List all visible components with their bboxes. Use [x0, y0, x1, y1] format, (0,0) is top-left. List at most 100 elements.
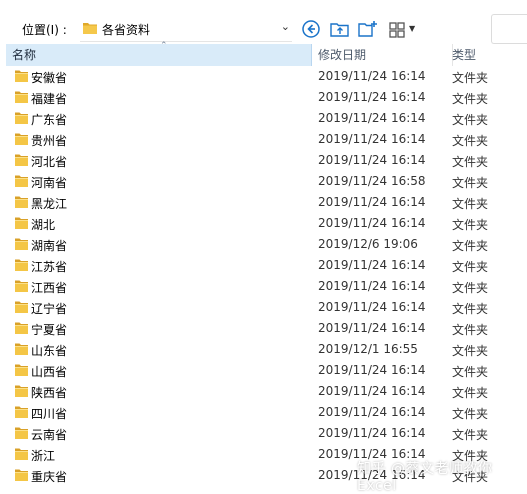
list-item[interactable]: 山东省 2019/12/1 16:55 文件夹 [0, 339, 527, 360]
list-item[interactable]: 河北省 2019/11/24 16:14 文件夹 [0, 150, 527, 171]
column-header-name[interactable]: ⌃ 名称 [6, 41, 312, 66]
list-item[interactable]: 贵州省 2019/11/24 16:14 文件夹 [0, 129, 527, 150]
list-item[interactable]: 江西省 2019/11/24 16:14 文件夹 [0, 276, 527, 297]
item-type: 文件夹 [452, 71, 489, 85]
list-item[interactable]: 陕西省 2019/11/24 16:14 文件夹 [0, 381, 527, 402]
new-folder-button[interactable] [357, 18, 381, 42]
item-type: 文件夹 [452, 302, 489, 316]
item-name: 河北省 [31, 155, 68, 169]
folder-icon [15, 196, 28, 208]
item-name: 重庆省 [31, 470, 68, 484]
folder-icon [15, 259, 28, 271]
sort-ascending-icon: ⌃ [160, 41, 168, 51]
item-type: 文件夹 [452, 176, 489, 190]
column-header-date[interactable]: 修改日期 [312, 44, 453, 66]
list-item[interactable]: 河南省 2019/11/24 16:58 文件夹 [0, 171, 527, 192]
list-item[interactable]: 广东省 2019/11/24 16:14 文件夹 [0, 108, 527, 129]
folder-icon [15, 385, 28, 397]
list-item[interactable]: 湖北 2019/11/24 16:14 文件夹 [0, 213, 527, 234]
folder-icon [15, 70, 28, 82]
item-modified-date: 2019/11/24 16:14 [318, 111, 426, 125]
back-arrow-icon [302, 20, 320, 38]
item-type: 文件夹 [452, 113, 489, 127]
folder-icon [15, 301, 28, 313]
item-name: 陕西省 [31, 386, 68, 400]
item-type: 文件夹 [452, 239, 489, 253]
list-item[interactable]: 山西省 2019/11/24 16:14 文件夹 [0, 360, 527, 381]
column-header-type[interactable]: 类型 [446, 44, 527, 66]
item-name: 山西省 [31, 365, 68, 379]
item-modified-date: 2019/11/24 16:14 [318, 384, 426, 398]
item-modified-date: 2019/11/24 16:14 [318, 195, 426, 209]
search-input[interactable] [491, 14, 527, 44]
item-name: 江西省 [31, 281, 68, 295]
item-modified-date: 2019/11/24 16:14 [318, 216, 426, 230]
folder-icon [83, 23, 97, 34]
item-name: 广东省 [31, 113, 68, 127]
folder-icon [15, 343, 28, 355]
item-name: 山东省 [31, 344, 68, 358]
up-folder-icon [330, 23, 349, 37]
item-modified-date: 2019/11/24 16:14 [318, 426, 426, 440]
list-item[interactable]: 宁夏省 2019/11/24 16:14 文件夹 [0, 318, 527, 339]
list-item[interactable]: 四川省 2019/11/24 16:14 文件夹 [0, 402, 527, 423]
item-type: 文件夹 [452, 197, 489, 211]
item-name: 江苏省 [31, 260, 68, 274]
item-type: 文件夹 [452, 92, 489, 106]
item-type: 文件夹 [452, 428, 489, 442]
item-modified-date: 2019/11/24 16:14 [318, 321, 426, 335]
item-modified-date: 2019/11/24 16:14 [318, 69, 426, 83]
location-label: 位置(I) : [22, 23, 67, 37]
item-type: 文件夹 [452, 344, 489, 358]
item-type: 文件夹 [452, 281, 489, 295]
folder-icon [15, 280, 28, 292]
grid-view-icon [389, 22, 405, 38]
list-item[interactable]: 黑龙江 2019/11/24 16:14 文件夹 [0, 192, 527, 213]
folder-icon [15, 322, 28, 334]
column-header-row: ⌃ 名称 修改日期 类型 [0, 41, 527, 66]
list-item[interactable]: 辽宁省 2019/11/24 16:14 文件夹 [0, 297, 527, 318]
view-menu-button[interactable] [387, 18, 411, 42]
item-type: 文件夹 [452, 155, 489, 169]
item-name: 辽宁省 [31, 302, 68, 316]
item-modified-date: 2019/11/24 16:14 [318, 300, 426, 314]
folder-icon [15, 238, 28, 250]
list-item[interactable]: 福建省 2019/11/24 16:14 文件夹 [0, 87, 527, 108]
item-modified-date: 2019/11/24 16:58 [318, 174, 426, 188]
item-modified-date: 2019/12/1 16:55 [318, 342, 418, 356]
folder-icon [15, 133, 28, 145]
item-modified-date: 2019/11/24 16:14 [318, 90, 426, 104]
item-name: 浙江 [31, 449, 56, 463]
folder-icon [15, 364, 28, 376]
item-modified-date: 2019/12/6 19:06 [318, 237, 418, 251]
item-modified-date: 2019/11/24 16:14 [318, 258, 426, 272]
item-name: 安徽省 [31, 71, 68, 85]
location-combobox[interactable]: 各省资料 ⌄ [80, 16, 292, 42]
up-folder-button[interactable] [329, 18, 353, 42]
item-modified-date: 2019/11/24 16:14 [318, 279, 426, 293]
location-path: 各省资料 [102, 23, 151, 37]
watermark: 知乎 @蔡文老师教你Excel [357, 461, 493, 494]
list-item[interactable]: 安徽省 2019/11/24 16:14 文件夹 [0, 66, 527, 87]
list-item[interactable]: 湖南省 2019/12/6 19:06 文件夹 [0, 234, 527, 255]
item-name: 福建省 [31, 92, 68, 106]
item-name: 四川省 [31, 407, 68, 421]
folder-icon [15, 217, 28, 229]
view-dropdown-arrow-icon[interactable]: ▼ [409, 24, 415, 33]
item-name: 宁夏省 [31, 323, 68, 337]
item-type: 文件夹 [452, 134, 489, 148]
list-item[interactable]: 云南省 2019/11/24 16:14 文件夹 [0, 423, 527, 444]
item-name: 云南省 [31, 428, 68, 442]
item-name: 贵州省 [31, 134, 68, 148]
folder-icon [15, 112, 28, 124]
item-name: 黑龙江 [31, 197, 68, 211]
chevron-down-icon[interactable]: ⌄ [281, 20, 290, 33]
item-modified-date: 2019/11/24 16:14 [318, 363, 426, 377]
item-modified-date: 2019/11/24 16:14 [318, 405, 426, 419]
folder-icon [15, 448, 28, 460]
list-item[interactable]: 江苏省 2019/11/24 16:14 文件夹 [0, 255, 527, 276]
item-type: 文件夹 [452, 260, 489, 274]
back-button[interactable] [300, 18, 324, 42]
item-type: 文件夹 [452, 323, 489, 337]
item-modified-date: 2019/11/24 16:14 [318, 132, 426, 146]
